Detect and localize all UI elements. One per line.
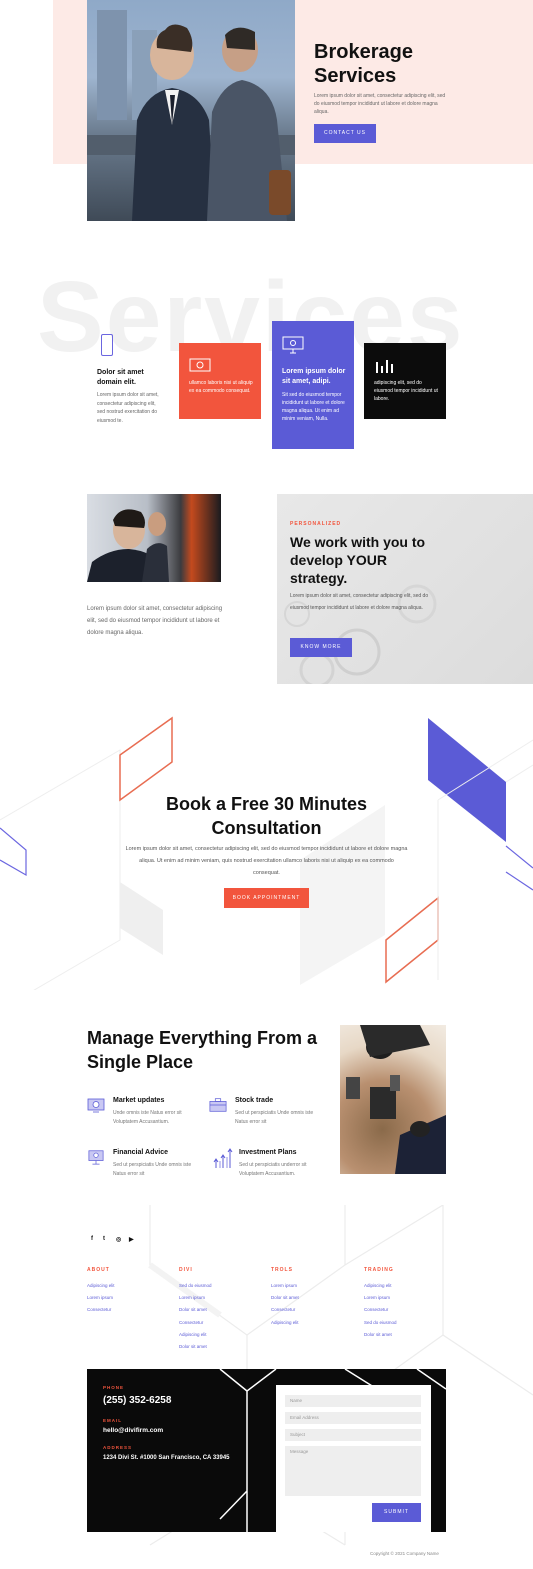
feature-title-stock-trade: Stock trade	[235, 1097, 274, 1104]
name-field[interactable]: Name	[285, 1395, 421, 1407]
footer-link[interactable]: Dolor sit amet	[271, 1292, 299, 1304]
consultation-text: Lorem ipsum dolor sit amet, consectetur …	[125, 846, 408, 876]
strategy-title: We work with you to develop YOUR strateg…	[290, 534, 426, 586]
footer-column-trols-heading: TROLS	[271, 1267, 293, 1273]
feature-text-investment-plans: Sed ut perspiciatis underror sit Volupta…	[239, 1162, 307, 1177]
monitor-icon	[282, 336, 304, 354]
footer-link[interactable]: Lorem ipsum	[179, 1292, 212, 1304]
service-item-title: Dolor sit amet domain elit.	[97, 369, 144, 386]
instagram-icon[interactable]: ◎	[116, 1236, 121, 1243]
footer-link[interactable]: Consectetur	[271, 1304, 299, 1316]
stock-trade-feature	[209, 1097, 227, 1118]
investment-plans-feature	[213, 1147, 235, 1174]
hero-description: Lorem ipsum dolor sit amet, consectetur …	[314, 93, 446, 115]
footer-column-trading-heading: TRADING	[364, 1267, 394, 1273]
footer-link[interactable]: Adipiscing elit	[87, 1280, 115, 1292]
footer-link[interactable]: Lorem ipsum	[364, 1292, 397, 1304]
footer-link[interactable]: Lorem ipsum	[87, 1292, 115, 1304]
footer-column-divi-heading: DIVI	[179, 1267, 193, 1273]
footer-column-divi-links: Sed do eiusmod Lorem ipsum Dolor sit ame…	[179, 1280, 212, 1353]
mobile-phone-icon	[101, 334, 113, 356]
service-card-black[interactable]: adipiscing elit, sed do eiusmod tempor i…	[364, 343, 446, 419]
strategy-description: Lorem ipsum dolor sit amet, consectetur …	[290, 593, 429, 611]
address-label: ADDRESS	[103, 1445, 133, 1450]
feature-title-financial-advice: Financial Advice	[113, 1149, 168, 1156]
footer-link[interactable]: Dolor sit amet	[364, 1329, 397, 1341]
address-text: 1234 Divi St. #1000 San Francisco, CA 33…	[103, 1455, 230, 1461]
card-purple-text: Sit sed do eiusmod tempor incididunt ut …	[282, 392, 345, 422]
footer-column-trading-links: Adipiscing elit Lorem ipsum Consectetur …	[364, 1280, 397, 1341]
phone-number[interactable]: (255) 352-6258	[103, 1395, 171, 1406]
personalized-eyebrow: PERSONALIZED	[290, 521, 342, 527]
service-card-red[interactable]: ullamco laboris nisi ut aliquip ex ea co…	[179, 343, 261, 419]
market-updates-feature	[87, 1097, 105, 1118]
youtube-icon[interactable]: ▶	[129, 1236, 134, 1243]
phone-label: PHONE	[103, 1385, 125, 1390]
contact-form: Name Email Address Subject Message SUBMI…	[276, 1385, 431, 1532]
feature-title-investment-plans: Investment Plans	[239, 1149, 297, 1156]
footer-link[interactable]: Adipiscing elit	[271, 1317, 299, 1329]
email-label: EMAIL	[103, 1418, 122, 1423]
briefcase-icon	[209, 1098, 227, 1112]
book-appointment-button[interactable]: BOOK APPOINTMENT	[224, 888, 309, 908]
service-card-purple[interactable]: Lorem ipsum dolor sit amet, adipi. Sit s…	[272, 321, 354, 449]
bar-chart-icon	[376, 360, 393, 373]
footer-link[interactable]: Consectetur	[364, 1304, 397, 1316]
consultation-title: Book a Free 30 Minutes Consultation	[165, 794, 368, 838]
message-field[interactable]: Message	[285, 1446, 421, 1496]
footer-link[interactable]: Dolor sit amet	[179, 1341, 212, 1353]
hero-image	[87, 0, 295, 221]
feature-text-stock-trade: Sed ut perspiciatis Unde omnis iste Natu…	[235, 1110, 314, 1125]
meeting-image	[340, 1025, 446, 1174]
know-more-button[interactable]: KNOW MORE	[290, 638, 352, 657]
footer-link[interactable]: Sed do eiusmod	[364, 1317, 397, 1329]
card-red-text: ullamco laboris nisi ut aliquip ex ea co…	[189, 380, 253, 394]
footer-link[interactable]: Lorem ipsum	[271, 1280, 299, 1292]
email-field[interactable]: Email Address	[285, 1412, 421, 1424]
team-image	[87, 494, 221, 582]
twitter-icon[interactable]: t	[103, 1236, 105, 1242]
money-icon	[189, 358, 211, 372]
pie-chart-monitor-icon	[87, 1098, 105, 1113]
footer-link[interactable]: Adipiscing elit	[179, 1329, 212, 1341]
submit-button[interactable]: SUBMIT	[372, 1503, 421, 1522]
footer-column-trols-links: Lorem ipsum Dolor sit amet Consectetur A…	[271, 1280, 299, 1329]
footer-link[interactable]: Consectetur	[87, 1304, 115, 1316]
feature-title-market-updates: Market updates	[113, 1097, 165, 1104]
subject-field[interactable]: Subject	[285, 1429, 421, 1441]
footer-link[interactable]: Adipiscing elit	[364, 1280, 397, 1292]
footer-link[interactable]: Consectetur	[179, 1317, 212, 1329]
email-address[interactable]: hello@divifirm.com	[103, 1427, 163, 1434]
feature-text-financial-advice: Sed ut perspiciatis Unde omnis iste Natu…	[113, 1162, 192, 1177]
contact-us-button[interactable]: CONTACT US	[314, 124, 376, 143]
advice-monitor-icon	[88, 1150, 104, 1165]
footer-link[interactable]: Sed do eiusmod	[179, 1280, 212, 1292]
card-black-text: adipiscing elit, sed do eiusmod tempor i…	[374, 380, 438, 402]
service-item-text: Lorem ipsum dolor sit amet, consectetur …	[97, 392, 159, 424]
footer-link[interactable]: Dolor sit amet	[179, 1304, 212, 1316]
hero-title: Brokerage Services	[314, 41, 413, 87]
growth-arrows-icon	[213, 1148, 233, 1168]
work-left-text: Lorem ipsum dolor sit amet, consectetur …	[87, 606, 223, 636]
financial-advice-feature	[87, 1149, 105, 1170]
feature-text-market-updates: Unde omnis iste Natus error sit Voluptat…	[113, 1110, 182, 1125]
facebook-icon[interactable]: f	[91, 1236, 93, 1242]
footer-column-about-links: Adipiscing elit Lorem ipsum Consectetur	[87, 1280, 115, 1317]
footer-column-about-heading: ABOUT	[87, 1267, 110, 1273]
card-purple-title: Lorem ipsum dolor sit amet, adipi.	[282, 368, 346, 385]
manage-title: Manage Everything From a Single Place	[87, 1028, 318, 1072]
copyright-text: Copyright © 2021 Company Name	[370, 1551, 439, 1556]
